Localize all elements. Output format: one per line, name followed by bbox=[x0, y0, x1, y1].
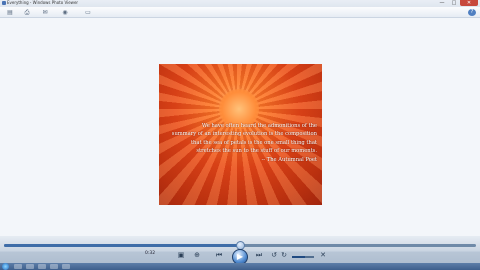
previous-icon[interactable]: ⏮ bbox=[214, 250, 224, 260]
disc-icon[interactable]: ◉ bbox=[60, 9, 70, 16]
help-icon[interactable]: ? bbox=[468, 9, 476, 16]
taskbar-app-icon[interactable] bbox=[26, 264, 34, 269]
delete-icon[interactable]: ✕ bbox=[318, 250, 328, 260]
elapsed-time: 0:32 bbox=[145, 251, 156, 256]
print-icon[interactable]: ⎙ bbox=[22, 9, 32, 16]
start-button[interactable] bbox=[2, 263, 9, 270]
seek-bar[interactable] bbox=[4, 241, 476, 250]
taskbar-app-icon[interactable] bbox=[38, 264, 46, 269]
toolbar: ▤ ⎙ ✉ ◉ ▭ ? bbox=[0, 7, 480, 18]
rotate-left-icon[interactable]: ↺ bbox=[270, 250, 278, 260]
volume-level bbox=[292, 256, 306, 258]
taskbar bbox=[0, 263, 480, 270]
folder-icon[interactable]: ▭ bbox=[83, 9, 93, 16]
next-icon[interactable]: ⏭ bbox=[254, 250, 264, 260]
minimize-button[interactable]: — bbox=[436, 0, 448, 6]
seek-progress bbox=[4, 244, 240, 247]
orange-flower-photo: We have often heard the admonitions of t… bbox=[159, 64, 322, 205]
email-icon[interactable]: ✉ bbox=[40, 9, 50, 16]
taskbar-app-icon[interactable] bbox=[14, 264, 22, 269]
document-icon[interactable]: ▤ bbox=[5, 9, 15, 16]
photo-viewer-window: Everything - Windows Photo Viewer — □ ✕ … bbox=[0, 0, 480, 270]
app-icon bbox=[2, 1, 6, 5]
fit-icon[interactable]: ▣ bbox=[176, 250, 186, 260]
window-title: Everything - Windows Photo Viewer bbox=[7, 0, 79, 5]
volume-slider[interactable] bbox=[292, 256, 314, 258]
taskbar-app-icon[interactable] bbox=[50, 264, 58, 269]
taskbar-app-icon[interactable] bbox=[62, 264, 70, 269]
maximize-button[interactable]: □ bbox=[448, 0, 460, 6]
rotate-right-icon[interactable]: ↻ bbox=[280, 250, 288, 260]
image-viewport: We have often heard the admonitions of t… bbox=[0, 18, 480, 236]
photo-quote-text: We have often heard the admonitions of t… bbox=[171, 123, 317, 163]
title-bar: Everything - Windows Photo Viewer — □ ✕ bbox=[0, 0, 480, 7]
close-button[interactable]: ✕ bbox=[460, 0, 478, 6]
zoom-icon[interactable]: ⊕ bbox=[192, 250, 202, 260]
